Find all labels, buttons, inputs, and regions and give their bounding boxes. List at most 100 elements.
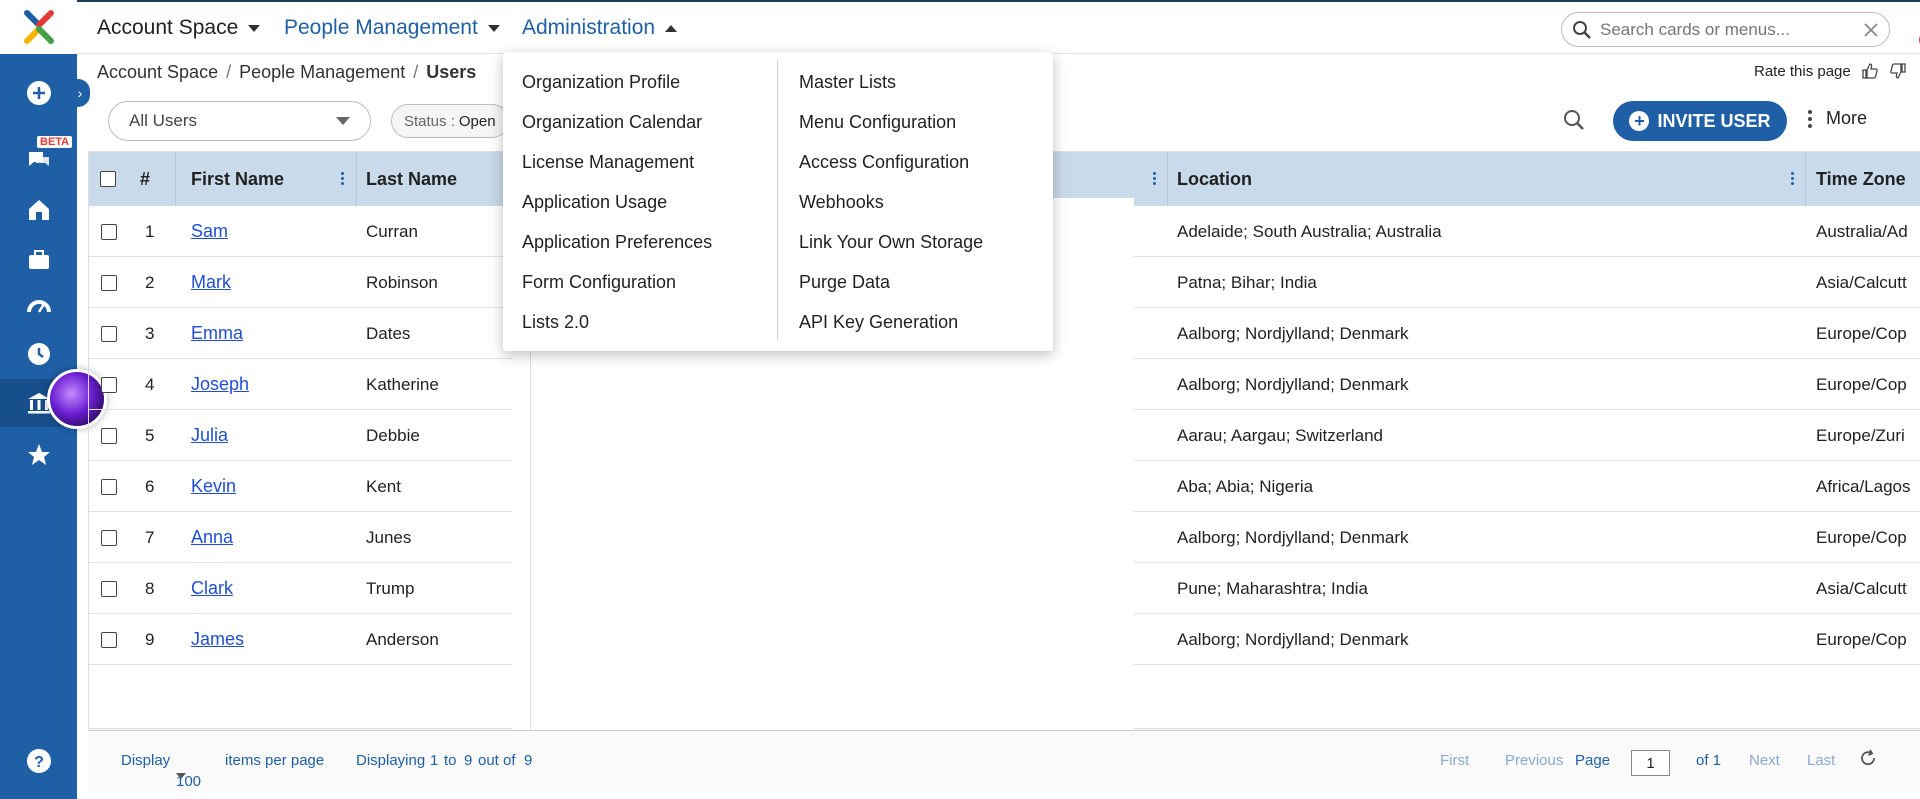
previous-page-link[interactable]: Previous xyxy=(1505,752,1563,769)
select-all-checkbox-cell[interactable] xyxy=(100,152,116,206)
first-name-link[interactable]: Anna xyxy=(191,527,233,548)
nav-administration-label: Administration xyxy=(522,16,656,39)
briefcase-button[interactable] xyxy=(0,236,77,284)
first-name-link[interactable]: James xyxy=(191,629,244,650)
col-first-name[interactable]: First Name xyxy=(191,152,284,206)
row-checkbox[interactable] xyxy=(101,325,117,342)
row-checkbox-cell[interactable] xyxy=(101,410,117,461)
caret-up-icon xyxy=(665,24,678,32)
items-per-page-label: items per page xyxy=(225,752,325,769)
location-cell: Pune; Maharashtra; India xyxy=(1177,578,1368,598)
first-name-link[interactable]: Julia xyxy=(191,425,228,446)
last-name-cell: Kent xyxy=(366,476,401,496)
row-checkbox-cell[interactable] xyxy=(101,257,117,308)
admin-menu-item[interactable]: Organization Calendar xyxy=(522,102,712,142)
row-checkbox-cell[interactable] xyxy=(101,563,117,614)
column-menu-icon[interactable] xyxy=(1791,172,1794,185)
row-checkbox[interactable] xyxy=(101,529,117,546)
admin-menu-item[interactable]: Application Usage xyxy=(522,182,712,222)
last-name-cell: Katherine xyxy=(366,374,439,394)
table-search-button[interactable] xyxy=(1562,108,1586,137)
row-checkbox[interactable] xyxy=(101,631,117,648)
first-name-link[interactable]: Mark xyxy=(191,272,231,293)
dashboard-button[interactable] xyxy=(0,283,77,331)
first-name-link[interactable]: Kevin xyxy=(191,476,236,497)
nav-people-management[interactable]: People Management xyxy=(284,2,500,54)
row-checkbox-cell[interactable] xyxy=(101,461,117,512)
refresh-button[interactable] xyxy=(1859,749,1877,771)
first-name-link[interactable]: Emma xyxy=(191,323,243,344)
favorites-button[interactable] xyxy=(0,431,77,479)
admin-menu-item[interactable]: Purge Data xyxy=(799,262,983,302)
caret-down-icon xyxy=(176,773,186,779)
thumbs-down-icon[interactable] xyxy=(1889,62,1907,80)
caret-down-icon xyxy=(248,24,261,32)
row-checkbox-cell[interactable] xyxy=(101,512,117,563)
more-vertical-icon xyxy=(1808,109,1812,128)
admin-menu-item[interactable]: Organization Profile xyxy=(522,62,712,102)
page-number-input[interactable]: 1 xyxy=(1631,750,1670,776)
row-checkbox-cell[interactable] xyxy=(101,308,117,359)
breadcrumb-separator: / xyxy=(413,62,419,82)
chat-icon xyxy=(28,152,49,166)
last-page-link[interactable]: Last xyxy=(1807,752,1835,769)
add-button[interactable] xyxy=(0,69,77,117)
row-number: 9 xyxy=(145,629,155,649)
global-search[interactable] xyxy=(1561,12,1890,47)
col-location[interactable]: Location xyxy=(1177,152,1252,206)
first-page-link[interactable]: First xyxy=(1440,752,1469,769)
row-checkbox[interactable] xyxy=(101,580,117,597)
row-checkbox-cell[interactable] xyxy=(101,206,117,257)
user-filter-select[interactable]: All Users xyxy=(108,101,371,141)
admin-menu-item[interactable]: License Management xyxy=(522,142,712,182)
row-checkbox-cell[interactable] xyxy=(101,359,117,410)
admin-menu-item[interactable]: Master Lists xyxy=(799,62,983,102)
row-checkbox[interactable] xyxy=(101,427,117,444)
invite-user-button[interactable]: + INVITE USER xyxy=(1613,101,1787,141)
row-checkbox[interactable] xyxy=(101,274,117,291)
column-menu-icon[interactable] xyxy=(341,172,344,185)
rail-expand-toggle[interactable]: › xyxy=(70,79,90,107)
app-logo[interactable] xyxy=(0,0,77,54)
admin-menu-item[interactable]: Access Configuration xyxy=(799,142,983,182)
admin-menu-item[interactable]: Lists 2.0 xyxy=(522,302,712,342)
admin-menu-item[interactable]: Menu Configuration xyxy=(799,102,983,142)
row-checkbox[interactable] xyxy=(101,478,117,495)
admin-menu-item[interactable]: Link Your Own Storage xyxy=(799,222,983,262)
first-name-link[interactable]: Joseph xyxy=(191,374,249,395)
col-last-name[interactable]: Last Name xyxy=(366,152,457,206)
column-menu-icon[interactable] xyxy=(1153,172,1156,185)
range-to-word: to xyxy=(444,752,457,769)
admin-menu-item[interactable]: API Key Generation xyxy=(799,302,983,342)
next-page-link[interactable]: Next xyxy=(1749,752,1780,769)
admin-menu-item[interactable]: Application Preferences xyxy=(522,222,712,262)
first-name-link[interactable]: Clark xyxy=(191,578,233,599)
admin-menu-item[interactable]: Form Configuration xyxy=(522,262,712,302)
breadcrumb-people-management[interactable]: People Management xyxy=(239,62,405,83)
status-filter-chip[interactable]: Status : Open xyxy=(391,104,509,138)
blank-divider xyxy=(530,350,531,730)
search-icon xyxy=(1564,110,1584,130)
nav-account-space[interactable]: Account Space xyxy=(97,2,261,54)
close-icon[interactable] xyxy=(1863,22,1879,38)
breadcrumb-account-space[interactable]: Account Space xyxy=(97,62,218,83)
last-name-cell: Anderson xyxy=(366,629,439,649)
col-time-zone[interactable]: Time Zone xyxy=(1816,152,1906,206)
thumbs-up-icon[interactable] xyxy=(1861,62,1879,80)
chevron-right-icon: › xyxy=(77,85,83,101)
select-all-checkbox[interactable] xyxy=(100,171,116,187)
home-button[interactable] xyxy=(0,186,77,234)
row-checkbox[interactable] xyxy=(101,223,117,240)
search-input[interactable] xyxy=(1600,19,1863,40)
time-zone-cell: Australia/Ad xyxy=(1816,221,1908,241)
dropdown-arrow-icon xyxy=(336,117,350,125)
row-checkbox-cell[interactable] xyxy=(101,614,117,665)
first-name-link[interactable]: Sam xyxy=(191,221,228,242)
row-checkbox[interactable] xyxy=(101,376,117,393)
breadcrumb-separator: / xyxy=(226,62,232,82)
nav-administration[interactable]: Administration xyxy=(522,2,678,54)
rate-page: Rate this page xyxy=(1754,62,1907,80)
more-button[interactable]: More xyxy=(1808,108,1867,129)
admin-menu-item[interactable]: Webhooks xyxy=(799,182,983,222)
help-button[interactable]: ? xyxy=(0,737,77,785)
